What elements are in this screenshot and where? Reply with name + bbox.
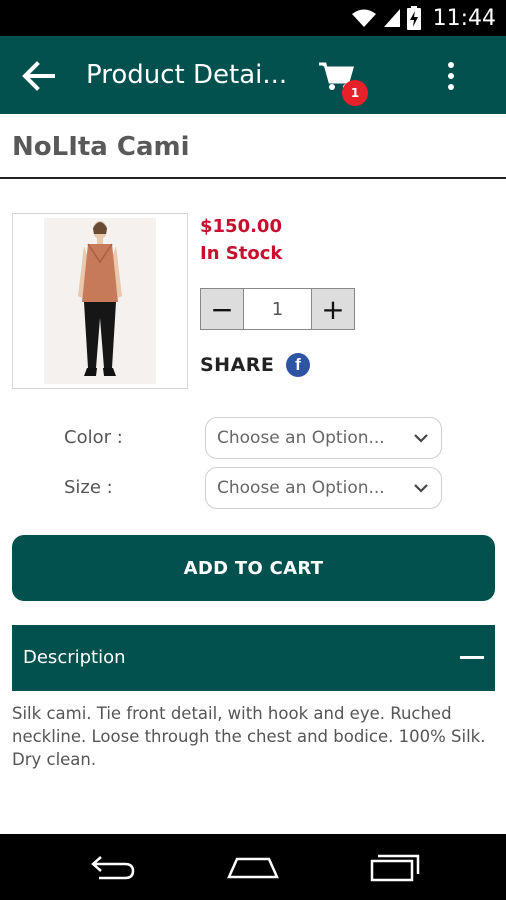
chevron-down-icon <box>414 484 428 493</box>
product-name: NoLIta Cami <box>12 132 190 162</box>
nav-recents-button[interactable] <box>355 834 435 900</box>
overflow-menu-button[interactable] <box>436 56 466 96</box>
product-photo <box>44 218 156 384</box>
facebook-share-icon[interactable]: f <box>286 353 310 377</box>
title-divider <box>0 177 506 179</box>
nav-back-icon <box>91 856 135 880</box>
size-label: Size : <box>64 477 113 498</box>
description-title: Description <box>23 647 126 668</box>
increase-quantity-button[interactable]: + <box>311 289 354 329</box>
status-time: 11:44 <box>432 5 496 31</box>
back-button[interactable] <box>18 56 58 96</box>
nav-back-button[interactable] <box>73 834 153 900</box>
color-select[interactable]: Choose an Option... <box>205 417 442 459</box>
chevron-down-icon <box>414 434 428 443</box>
collapse-icon[interactable] <box>460 656 484 659</box>
description-text: Silk cami. Tie front detail, with hook a… <box>12 704 486 769</box>
nav-home-button[interactable] <box>213 834 293 900</box>
share-label: SHARE <box>200 354 275 376</box>
nav-home-icon <box>227 857 279 879</box>
overflow-menu-icon <box>448 84 454 90</box>
battery-charging-icon <box>406 6 421 30</box>
product-image[interactable] <box>12 213 188 389</box>
stock-status: In Stock <box>200 243 283 264</box>
quantity-stepper: − 1 + <box>200 288 355 330</box>
status-bar: 11:44 <box>0 0 506 36</box>
decrease-quantity-button[interactable]: − <box>201 289 244 329</box>
overflow-menu-icon <box>448 62 454 68</box>
wifi-icon <box>351 9 376 27</box>
overflow-menu-icon <box>448 73 454 79</box>
back-arrow-icon <box>22 61 55 91</box>
color-select-value: Choose an Option... <box>217 428 385 448</box>
cart-count-badge: 1 <box>342 80 368 106</box>
size-select[interactable]: Choose an Option... <box>205 467 442 509</box>
nav-recents-icon <box>370 854 420 882</box>
size-select-value: Choose an Option... <box>217 478 385 498</box>
system-nav-bar <box>0 834 506 900</box>
product-price: $150.00 <box>200 216 282 237</box>
status-icons: 11:44 <box>351 0 496 36</box>
signal-icon <box>383 9 400 27</box>
quantity-value[interactable]: 1 <box>244 289 311 329</box>
page-title: Product Detai... <box>86 60 286 90</box>
description-header[interactable]: Description <box>12 625 495 691</box>
add-to-cart-button[interactable]: ADD TO CART <box>12 535 495 601</box>
color-label: Color : <box>64 427 123 448</box>
app-bar: Product Detai... 1 <box>0 36 506 114</box>
